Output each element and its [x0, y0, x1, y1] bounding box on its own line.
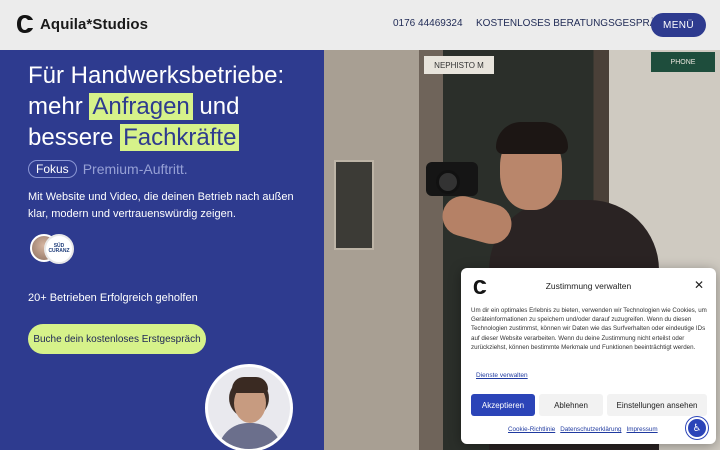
imprint-link[interactable]: Impressum: [627, 426, 658, 433]
headline-highlight-1: Anfragen: [89, 93, 193, 120]
badge-text-2: CURANZ: [48, 248, 70, 254]
modal-body-text: Um dir ein optimales Erlebnis zu bieten,…: [471, 307, 707, 351]
nav-phone-link[interactable]: 0176 44469324: [393, 18, 463, 29]
privacy-policy-link[interactable]: Datenschutzerklärung: [560, 426, 621, 433]
logo[interactable]: Aquila*Studios: [16, 14, 148, 34]
accessibility-icon[interactable]: ♿: [686, 417, 708, 439]
nav-consultation-link[interactable]: KOSTENLOSES BERATUNGSGESPRÄCH: [476, 18, 671, 29]
shop-window: [334, 160, 374, 250]
modal-title: Zustimmung verwalten: [545, 281, 632, 291]
focus-row: Fokus Premium-Auftritt.: [28, 160, 188, 178]
menu-button[interactable]: MENÜ: [651, 13, 706, 37]
site-header: Aquila*Studios 0176 44469324 KOSTENLOSES…: [0, 0, 720, 50]
manage-services-link[interactable]: Dienste verwalten: [476, 372, 528, 379]
client-logo-badge: SÜD CURANZ: [44, 234, 74, 264]
social-proof-text: 20+ Betrieben Erfolgreich geholfen: [28, 292, 198, 304]
headline-highlight-2: Fachkräfte: [120, 124, 240, 151]
client-badges: SÜD CURANZ: [30, 234, 76, 264]
accept-button[interactable]: Akzeptieren: [471, 394, 535, 416]
focus-pill: Fokus: [28, 160, 77, 178]
cookie-consent-modal: Zustimmung verwalten ✕ Um dir ein optima…: [461, 268, 716, 444]
close-icon[interactable]: ✕: [694, 278, 704, 292]
avatar-hair: [232, 377, 268, 393]
logo-mark-icon: [17, 15, 33, 33]
hero-headline: Für Handwerksbetriebe: mehr Anfragen und…: [28, 60, 318, 153]
shop-sign-right: PHONE: [651, 52, 715, 72]
reject-button[interactable]: Ablehnen: [539, 394, 603, 416]
logo-text: Aquila*Studios: [40, 15, 149, 33]
shop-sign-left: NEPHISTO M: [424, 56, 494, 74]
hero-subtext: Mit Website und Video, die deinen Betrie…: [28, 191, 294, 220]
cookie-policy-link[interactable]: Cookie-Richtlinie: [508, 426, 555, 433]
modal-footer-links: Cookie-Richtlinie Datenschutzerklärung I…: [508, 426, 658, 433]
founder-avatar: [205, 364, 293, 450]
rotating-text: Premium-Auftritt.: [82, 161, 188, 177]
view-settings-button[interactable]: Einstellungen ansehen: [607, 394, 707, 416]
avatar-shirt: [218, 423, 282, 449]
camera-lens: [436, 170, 460, 194]
book-consultation-button[interactable]: Buche dein kostenloses Erstgespräch: [28, 324, 206, 354]
photographer-hair: [496, 122, 568, 154]
